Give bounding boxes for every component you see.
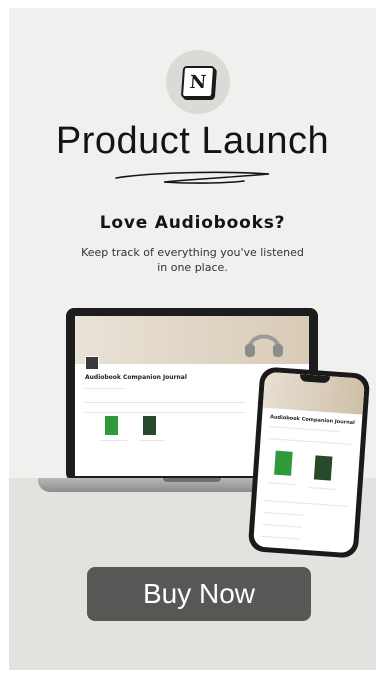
page-icon — [85, 356, 99, 370]
divider — [269, 426, 340, 433]
logo-badge: N — [166, 50, 230, 114]
text-line — [261, 535, 302, 540]
divider — [85, 412, 245, 413]
text-line — [267, 482, 296, 486]
underline-swoosh — [115, 171, 270, 184]
text-line — [101, 440, 127, 441]
text-line — [139, 440, 165, 441]
buy-now-button[interactable]: Buy Now — [87, 567, 311, 621]
book-cover — [313, 455, 333, 481]
phone-page-title: Audiobook Companion Journal — [269, 414, 355, 427]
phone-screen: Audiobook Companion Journal — [253, 371, 365, 554]
text-line — [309, 487, 338, 491]
page-title: Product Launch — [55, 120, 330, 162]
laptop-page-title: Audiobook Companion Journal — [85, 374, 187, 381]
divider — [85, 402, 245, 403]
book-cover — [105, 416, 118, 435]
book-cover — [274, 450, 293, 476]
description-text: Keep track of everything you've listened… — [81, 246, 304, 274]
book-cover — [143, 416, 156, 435]
notion-logo-icon: N — [180, 66, 216, 98]
promo-card: N Product Launch Love Audiobooks? Keep t… — [9, 8, 376, 670]
headphones-icon — [245, 334, 283, 357]
text-line — [262, 523, 303, 528]
phone-mockup: Audiobook Companion Journal — [247, 366, 371, 559]
laptop-notch — [163, 478, 221, 482]
divider — [268, 438, 353, 445]
divider — [85, 388, 125, 389]
headline: Love Audiobooks? — [99, 213, 286, 233]
divider — [264, 499, 349, 507]
text-line — [263, 511, 304, 516]
